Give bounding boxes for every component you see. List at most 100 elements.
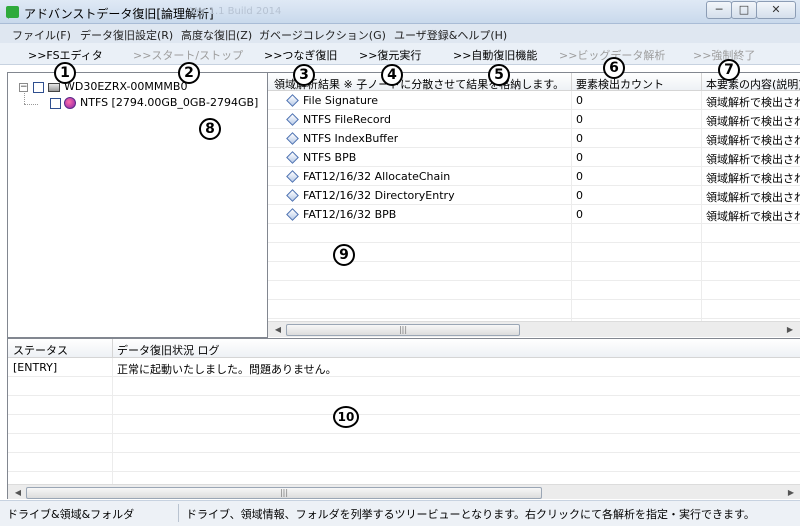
row-count: 0 <box>576 151 583 164</box>
row-name: NTFS BPB <box>303 151 357 164</box>
collapse-icon[interactable]: − <box>19 83 28 92</box>
row-count: 0 <box>576 94 583 107</box>
log-row-empty <box>8 453 800 472</box>
element-node-icon <box>286 208 299 221</box>
tree-connector <box>24 104 38 105</box>
menu-advanced-recovery[interactable]: 高度な復旧(Z) <box>181 27 252 43</box>
close-icon: ✕ <box>771 3 781 16</box>
status-divider <box>178 504 179 522</box>
column-header-count[interactable]: 要素検出カウント <box>576 76 700 92</box>
column-divider[interactable] <box>701 73 702 91</box>
list-row[interactable]: File Signature 0 領域解析で検出された <box>268 91 800 110</box>
list-row-empty <box>268 224 800 243</box>
volume-checkbox[interactable] <box>50 98 61 109</box>
row-count: 0 <box>576 189 583 202</box>
row-description: 領域解析で検出された <box>706 172 800 185</box>
callout-6: 6 <box>603 57 625 79</box>
list-row[interactable]: NTFS BPB 0 領域解析で検出された <box>268 148 800 167</box>
window-title: アドバンストデータ復旧[論理解析] <box>24 7 214 21</box>
list-horizontal-scrollbar[interactable]: ◀ ||| ▶ <box>268 321 800 337</box>
scroll-left-icon[interactable]: ◀ <box>270 322 286 338</box>
callout-9: 9 <box>333 244 355 266</box>
fs-editor-button[interactable]: >>FSエディタ <box>28 47 103 63</box>
callout-5: 5 <box>488 64 510 86</box>
recovery-log-list[interactable]: ステータス データ復旧状況 ログ [ENTRY] 正常に起動いたしました。問題あ… <box>7 338 800 499</box>
list-row[interactable]: FAT12/16/32 DirectoryEntry 0 領域解析で検出された <box>268 186 800 205</box>
tree-connector <box>24 93 25 104</box>
row-description: 領域解析で検出された <box>706 115 800 128</box>
menu-registration-help[interactable]: ユーザ登録&ヘルプ(H) <box>394 27 507 43</box>
minimize-button[interactable]: ─ <box>706 1 732 19</box>
list-row[interactable]: NTFS IndexBuffer 0 領域解析で検出された <box>268 129 800 148</box>
callout-7: 7 <box>718 59 740 81</box>
stitch-recovery-button[interactable]: >>つなぎ復旧 <box>264 47 337 63</box>
scroll-right-icon[interactable]: ▶ <box>783 485 799 499</box>
analysis-results-list[interactable]: 領域解析結果 ※ 子ノードに分散させて結果を格納します。 要素検出カウント 本要… <box>268 72 800 338</box>
column-header-log[interactable]: データ復旧状況 ログ <box>117 342 417 358</box>
status-panel-label: ドライブ&領域&フォルダ <box>7 508 135 521</box>
menu-recovery-settings[interactable]: データ復旧設定(R) <box>80 27 173 43</box>
log-row-empty <box>8 415 800 434</box>
disk-checkbox[interactable] <box>33 82 44 93</box>
callout-3: 3 <box>293 64 315 86</box>
restore-execute-button[interactable]: >>復元実行 <box>359 47 421 63</box>
row-description: 領域解析で検出された <box>706 134 800 147</box>
volume-icon <box>64 97 76 109</box>
element-node-icon <box>286 132 299 145</box>
row-name: NTFS IndexBuffer <box>303 132 399 145</box>
callout-2: 2 <box>178 62 200 84</box>
menu-bar: ファイル(F) データ復旧設定(R) 高度な復旧(Z) ガベージコレクション(G… <box>0 24 800 43</box>
list-row[interactable]: FAT12/16/32 AllocateChain 0 領域解析で検出された <box>268 167 800 186</box>
row-name: NTFS FileRecord <box>303 113 391 126</box>
list-row-empty <box>268 300 800 319</box>
window-title-version: Ver.1.1 Build 2014 <box>190 6 282 17</box>
column-header-description[interactable]: 本要素の内容(説明) <box>706 76 800 92</box>
auto-recovery-button[interactable]: >>自動復旧機能 <box>453 47 537 63</box>
row-count: 0 <box>576 208 583 221</box>
scroll-thumb[interactable]: ||| <box>286 324 520 336</box>
scroll-left-icon[interactable]: ◀ <box>10 485 26 499</box>
column-divider[interactable] <box>571 73 572 91</box>
row-description: 領域解析で検出された <box>706 191 800 204</box>
row-name: FAT12/16/32 DirectoryEntry <box>303 189 455 202</box>
title-bar: アドバンストデータ復旧[論理解析] Ver.1.1 Build 2014 ─ □… <box>0 0 800 24</box>
row-name: FAT12/16/32 AllocateChain <box>303 170 451 183</box>
row-description: 領域解析で検出された <box>706 153 800 166</box>
row-description: 領域解析で検出された <box>706 210 800 223</box>
log-status: [ENTRY] <box>13 361 58 374</box>
log-horizontal-scrollbar[interactable]: ◀ ||| ▶ <box>8 484 800 499</box>
menu-file[interactable]: ファイル(F) <box>12 27 71 43</box>
callout-8: 8 <box>199 118 221 140</box>
log-row-empty <box>8 377 800 396</box>
column-divider[interactable] <box>112 339 113 358</box>
row-count: 0 <box>576 113 583 126</box>
toolbar: >>FSエディタ >>スタート/ストップ >>つなぎ復旧 >>復元実行 >>自動… <box>0 43 800 65</box>
log-row-empty <box>8 434 800 453</box>
list-row[interactable]: NTFS FileRecord 0 領域解析で検出された <box>268 110 800 129</box>
row-count: 0 <box>576 170 583 183</box>
column-header-status[interactable]: ステータス <box>13 342 109 358</box>
close-button[interactable]: ✕ <box>756 1 796 19</box>
log-row[interactable]: [ENTRY] 正常に起動いたしました。問題ありません。 <box>8 358 800 377</box>
drive-tree-view[interactable]: − WD30EZRX-00MMMB0 NTFS [2794.00GB_0GB-2… <box>7 72 268 338</box>
element-node-icon <box>286 151 299 164</box>
menu-garbage-collection[interactable]: ガベージコレクション(G) <box>259 27 386 43</box>
column-header-result[interactable]: 領域解析結果 ※ 子ノードに分散させて結果を格納します。 <box>274 76 570 92</box>
element-node-icon <box>286 94 299 107</box>
list-row[interactable]: FAT12/16/32 BPB 0 領域解析で検出された <box>268 205 800 224</box>
log-header: ステータス データ復旧状況 ログ <box>8 339 800 358</box>
element-node-icon <box>286 170 299 183</box>
scroll-right-icon[interactable]: ▶ <box>782 322 798 338</box>
status-bar: ドライブ&領域&フォルダ ドライブ、領域情報、フォルダを列挙するツリービューとな… <box>0 500 800 526</box>
tree-item-volume[interactable]: NTFS [2794.00GB_0GB-2794GB] <box>80 95 258 111</box>
maximize-icon: □ <box>738 3 750 16</box>
row-count: 0 <box>576 132 583 145</box>
status-description: ドライブ、領域情報、フォルダを列挙するツリービューとなります。右クリックにて各解… <box>186 508 755 521</box>
callout-1: 1 <box>54 62 76 84</box>
scroll-thumb[interactable]: ||| <box>26 487 542 499</box>
maximize-button[interactable]: □ <box>731 1 757 19</box>
start-stop-button[interactable]: >>スタート/ストップ <box>133 47 243 63</box>
hard-disk-icon <box>48 83 60 92</box>
callout-10: 10 <box>333 406 359 428</box>
tree-item-disk[interactable]: WD30EZRX-00MMMB0 <box>64 79 187 95</box>
